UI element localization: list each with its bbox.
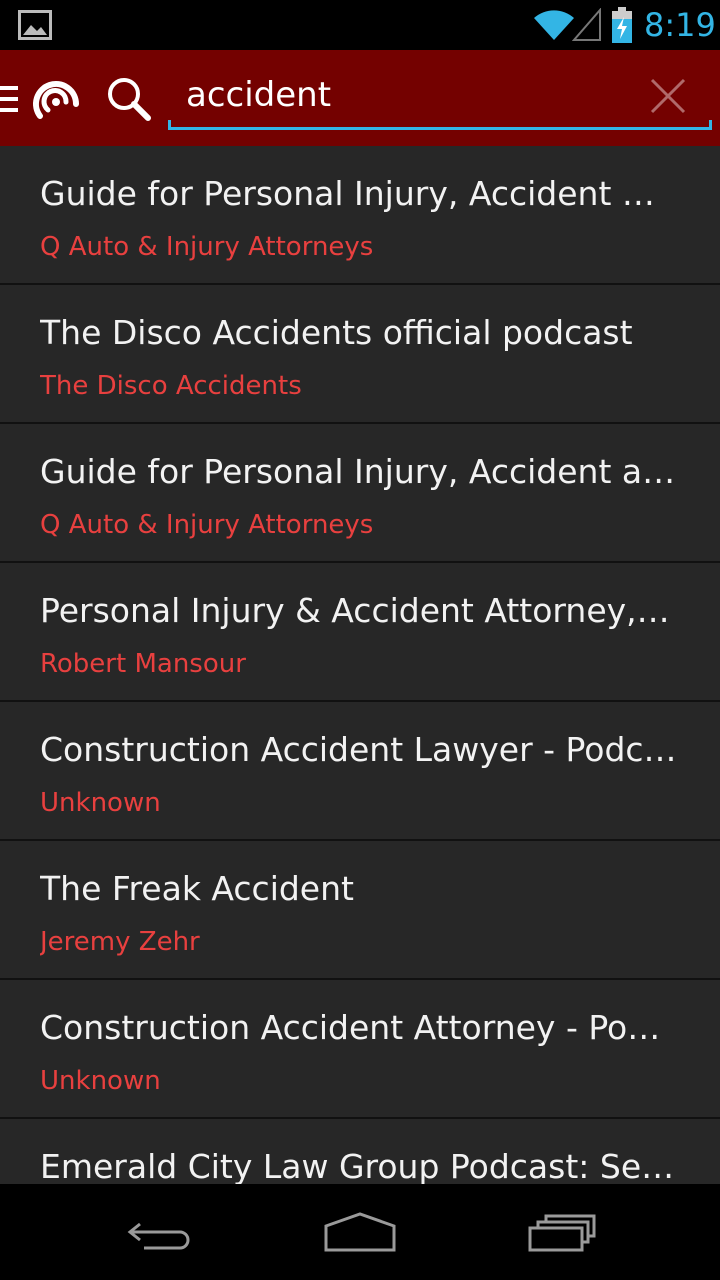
list-item[interactable]: The Disco Accidents official podcast The… <box>0 285 720 424</box>
podcast-author: Unknown <box>40 1066 161 1096</box>
menu-icon[interactable] <box>0 84 20 114</box>
back-icon[interactable] <box>124 1208 196 1258</box>
search-underline-left <box>168 120 171 130</box>
status-bar: 8:19 <box>0 0 720 50</box>
podcast-author: Unknown <box>40 788 161 818</box>
action-bar <box>0 50 720 146</box>
status-clock: 8:19 <box>644 6 716 44</box>
podcast-author: Q Auto & Injury Attorneys <box>40 510 374 540</box>
search-results-list: Guide for Personal Injury, Accident & Wo… <box>0 146 720 1184</box>
podcast-author: Robert Mansour <box>40 649 246 679</box>
wifi-icon <box>534 10 574 40</box>
podcast-title: Guide for Personal Injury, Accident and … <box>40 452 680 491</box>
list-item[interactable]: The Freak Accident Jeremy Zehr <box>0 841 720 980</box>
list-item[interactable]: Emerald City Law Group Podcast: Seattle <box>0 1119 720 1184</box>
list-item[interactable]: Construction Accident Lawyer - Podcast U… <box>0 702 720 841</box>
list-item[interactable]: Guide for Personal Injury, Accident & Wo… <box>0 146 720 285</box>
podcast-title: The Disco Accidents official podcast <box>40 313 633 352</box>
search-icon[interactable] <box>104 74 154 124</box>
recent-apps-icon[interactable] <box>526 1208 598 1258</box>
podcast-title: Emerald City Law Group Podcast: Seattle <box>40 1147 680 1184</box>
list-item[interactable]: Personal Injury & Accident Attorney, Esq… <box>0 563 720 702</box>
list-item[interactable]: Construction Accident Attorney - Podcast… <box>0 980 720 1119</box>
search-field[interactable] <box>168 62 712 132</box>
search-underline-right <box>709 120 712 130</box>
image-notification-icon <box>18 10 52 40</box>
signal-icon <box>572 8 601 41</box>
app-logo-icon[interactable] <box>32 76 80 122</box>
podcast-title: Guide for Personal Injury, Accident & Wo… <box>40 174 680 213</box>
podcast-author: Q Auto & Injury Attorneys <box>40 232 374 262</box>
podcast-author: The Disco Accidents <box>40 371 302 401</box>
podcast-author: Jeremy Zehr <box>40 927 200 957</box>
search-underline <box>168 127 712 130</box>
home-icon[interactable] <box>322 1208 398 1258</box>
clear-icon[interactable] <box>648 76 688 116</box>
podcast-title: Personal Injury & Accident Attorney, Esq… <box>40 591 680 630</box>
navigation-bar <box>0 1184 720 1280</box>
list-item[interactable]: Guide for Personal Injury, Accident and … <box>0 424 720 563</box>
podcast-title: The Freak Accident <box>40 869 354 908</box>
podcast-title: Construction Accident Attorney - Podcast <box>40 1008 680 1047</box>
battery-charging-icon <box>612 7 632 43</box>
podcast-title: Construction Accident Lawyer - Podcast <box>40 730 680 769</box>
search-input[interactable] <box>168 62 648 128</box>
